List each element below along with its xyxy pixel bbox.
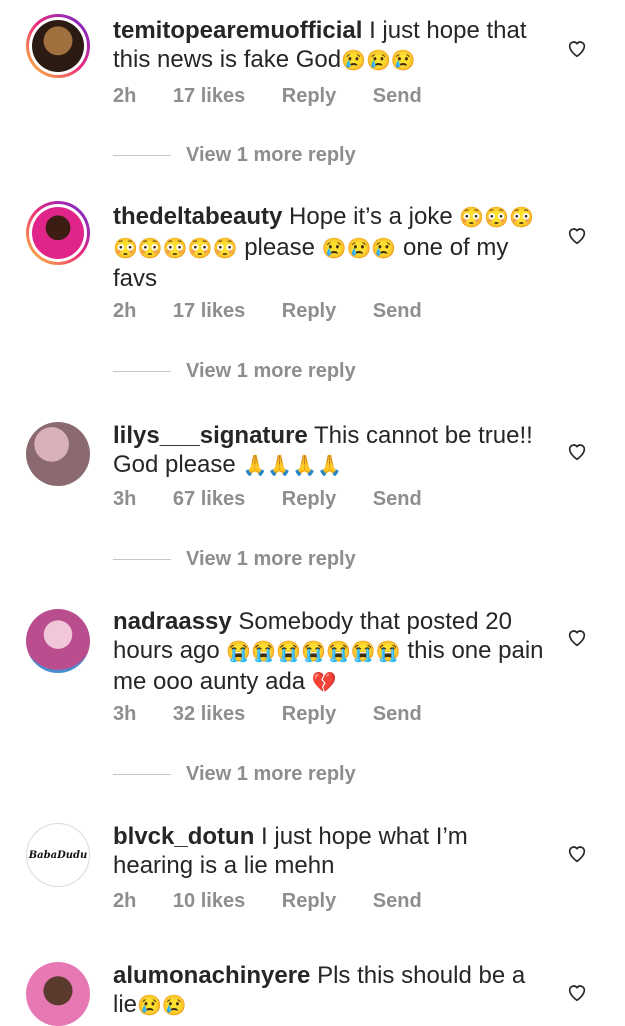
comment-likes[interactable]: 17 likes	[173, 85, 245, 108]
comment-age: 3h	[113, 488, 137, 510]
divider	[113, 155, 171, 157]
comment-username[interactable]: thedeltabeauty	[113, 203, 282, 230]
comment-username[interactable]: nadraassy	[113, 608, 232, 635]
reply-button[interactable]: Reply	[282, 488, 336, 511]
comment-emoji: 😢😢😢	[341, 50, 416, 72]
send-button[interactable]: Send	[373, 703, 422, 726]
comment-meta: 3h 32 likes Reply Send	[113, 703, 453, 726]
view-more-label: View 1 more reply	[186, 360, 356, 382]
comment-age: 2h	[113, 85, 137, 107]
avatar[interactable]	[26, 422, 90, 486]
avatar-logo-text: BabaDudu	[28, 849, 88, 861]
comment-emoji: 😢😢	[137, 995, 187, 1017]
comment-username[interactable]: temitopearemuofficial	[113, 17, 362, 44]
view-more-label: View 1 more reply	[186, 144, 356, 166]
reply-button[interactable]: Reply	[282, 85, 336, 108]
comment-text: thedeltabeauty Hope it’s a joke 😳😳😳 😳😳😳😳…	[113, 202, 553, 293]
view-more-label: View 1 more reply	[186, 763, 356, 785]
comment-text: alumonachinyere Pls this should be a lie…	[113, 961, 553, 1021]
divider	[113, 774, 171, 776]
comment-likes[interactable]: 67 likes	[173, 488, 245, 511]
comment-age: 2h	[113, 890, 137, 912]
comment-text: temitopearemuofficial I just hope that t…	[113, 16, 553, 76]
comment-emoji: 😳😳😳😳😳	[113, 238, 238, 260]
comment-age: 2h	[113, 300, 137, 322]
reply-button[interactable]: Reply	[282, 703, 336, 726]
view-more-replies[interactable]: View 1 more reply	[113, 763, 356, 786]
comment-emoji: 🙏🙏🙏🙏	[242, 455, 343, 477]
send-button[interactable]: Send	[373, 488, 422, 511]
send-button[interactable]: Send	[373, 85, 422, 108]
like-heart-icon[interactable]	[566, 224, 588, 246]
like-heart-icon[interactable]	[566, 842, 588, 864]
comment-meta: 3h 67 likes Reply Send	[113, 488, 453, 511]
avatar[interactable]: BabaDudu	[26, 823, 90, 887]
comment-body: Hope it’s a joke	[289, 203, 453, 230]
comment-likes[interactable]: 17 likes	[173, 300, 245, 323]
avatar[interactable]	[26, 609, 90, 673]
like-heart-icon[interactable]	[566, 440, 588, 462]
divider	[113, 371, 171, 373]
comment-emoji: 😭😭😭😭😭😭😭	[226, 641, 401, 663]
comment-likes[interactable]: 32 likes	[173, 703, 245, 726]
like-heart-icon[interactable]	[566, 37, 588, 59]
view-more-label: View 1 more reply	[186, 548, 356, 570]
avatar[interactable]	[26, 201, 90, 265]
view-more-replies[interactable]: View 1 more reply	[113, 360, 356, 383]
like-heart-icon[interactable]	[566, 981, 588, 1003]
comment-text: lilys___signature This cannot be true!! …	[113, 421, 553, 481]
send-button[interactable]: Send	[373, 300, 422, 323]
avatar[interactable]	[26, 14, 90, 78]
reply-button[interactable]: Reply	[282, 890, 336, 913]
view-more-replies[interactable]: View 1 more reply	[113, 548, 356, 571]
comment-meta: 2h 17 likes Reply Send	[113, 85, 453, 108]
comment-emoji: 😢😢😢	[321, 238, 397, 260]
comment-text: nadraassy Somebody that posted 20 hours …	[113, 607, 553, 698]
comment-meta: 2h 10 likes Reply Send	[113, 890, 453, 913]
comment-text: blvck_dotun I just hope what I’m hearing…	[113, 822, 553, 880]
comment-age: 3h	[113, 703, 137, 725]
comment-emoji: 💔	[311, 672, 337, 694]
comment-username[interactable]: blvck_dotun	[113, 823, 254, 850]
comment-username[interactable]: alumonachinyere	[113, 962, 310, 989]
comment-emoji: 😳😳😳	[459, 207, 535, 229]
comment-meta: 2h 17 likes Reply Send	[113, 300, 453, 323]
like-heart-icon[interactable]	[566, 626, 588, 648]
comment-body: please	[244, 234, 315, 261]
comment-likes[interactable]: 10 likes	[173, 890, 245, 913]
send-button[interactable]: Send	[373, 890, 422, 913]
comment-username[interactable]: lilys___signature	[113, 422, 308, 449]
view-more-replies[interactable]: View 1 more reply	[113, 144, 356, 167]
avatar[interactable]	[26, 962, 90, 1026]
divider	[113, 559, 171, 561]
reply-button[interactable]: Reply	[282, 300, 336, 323]
